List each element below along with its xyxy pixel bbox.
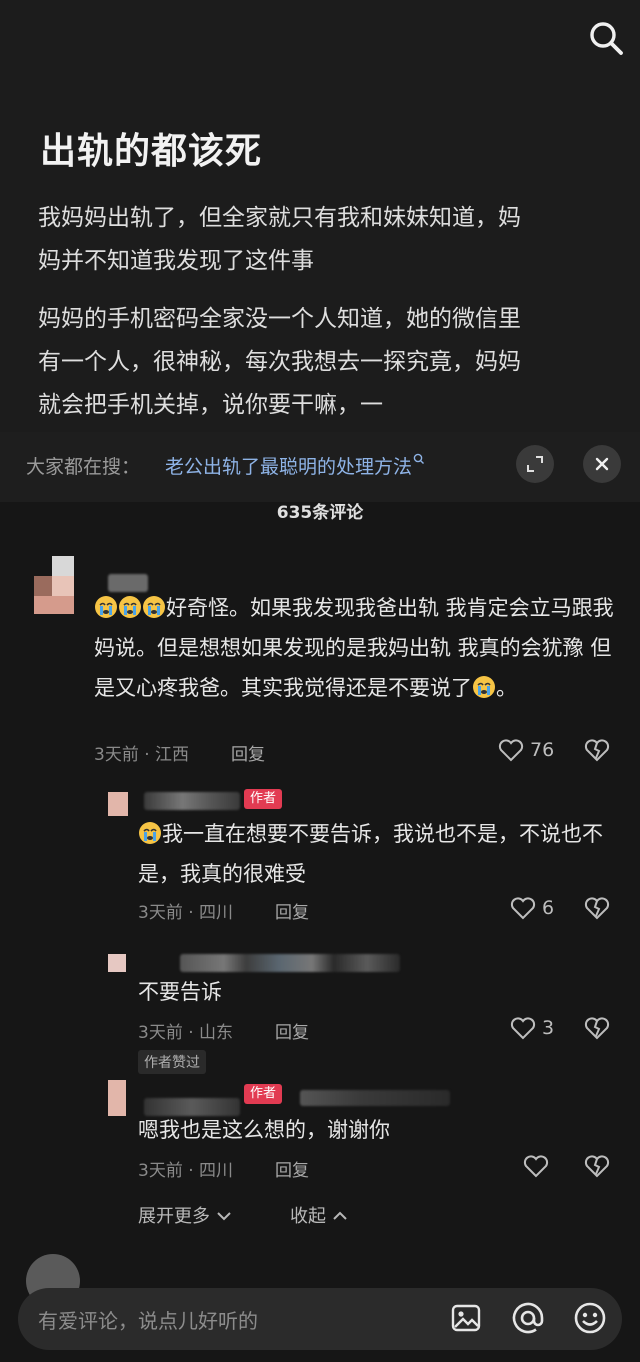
reply-text: 我一直在想要不要告诉，我说也不是，不说也不是，我真的很难受 — [138, 814, 614, 894]
heart-icon — [523, 1155, 549, 1178]
small-search-icon — [413, 453, 425, 464]
dislike-button[interactable] — [584, 896, 610, 920]
comment-text: 好奇怪。如果我发现我爸出轨 我肯定会立马跟我妈说。但是想想如果发现的是我妈出轨 … — [94, 588, 616, 708]
expand-icon — [527, 456, 543, 472]
expand-more-button[interactable]: 展开更多 — [138, 1202, 232, 1228]
expand-more-label: 展开更多 — [138, 1206, 210, 1227]
avatar[interactable] — [108, 954, 126, 972]
crying-emoji-icon — [94, 596, 166, 620]
broken-heart-icon — [584, 739, 610, 762]
heart-icon — [510, 1017, 536, 1040]
chevron-down-icon — [217, 1212, 231, 1221]
like-button[interactable]: 76 — [498, 738, 554, 762]
broken-heart-icon — [584, 897, 610, 920]
heart-icon — [510, 897, 536, 920]
like-button[interactable]: 6 — [510, 896, 554, 920]
dislike-button[interactable] — [584, 1016, 610, 1040]
like-count: 6 — [542, 897, 555, 919]
heart-icon — [498, 739, 524, 762]
author-badge: 作者 — [244, 789, 283, 809]
reply-body: 我一直在想要不要告诉，我说也不是，不说也不是，我真的很难受 — [138, 822, 603, 886]
reply-text: 不要告诉 — [138, 980, 222, 1004]
collapse-label: 收起 — [290, 1206, 326, 1227]
search-icon[interactable] — [586, 18, 626, 58]
reply-button[interactable]: 回复 — [231, 740, 265, 765]
article-paragraph: 我妈妈出轨了，但全家就只有我和妹妹知道，妈妈并不知道我发现了这件事 — [38, 205, 521, 274]
dislike-button[interactable] — [584, 1154, 610, 1178]
chevron-up-icon — [333, 1211, 347, 1220]
avatar[interactable] — [34, 556, 92, 614]
reply-text: 嗯我也是这么想的，谢谢你 — [138, 1118, 390, 1142]
author-badge: 作者 — [244, 1084, 283, 1104]
suggestion-query[interactable]: 老公出轨了最聪明的处理方法 — [165, 456, 412, 478]
comment-body-end: 。 — [496, 676, 517, 700]
image-icon[interactable] — [451, 1303, 481, 1337]
comment-meta: 3天前 · 四川 — [138, 1161, 234, 1181]
emoji-icon[interactable] — [573, 1301, 607, 1339]
like-button[interactable] — [523, 1154, 549, 1178]
comment-input[interactable]: 有爱评论，说点儿好听的 — [38, 1305, 258, 1334]
comment-body: 好奇怪。如果我发现我爸出轨 我肯定会立马跟我妈说。但是想想如果发现的是我妈出轨 … — [94, 596, 614, 700]
comment-meta: 3天前 · 山东 — [138, 1023, 234, 1043]
author-liked-tag: 作者赞过 — [138, 1050, 206, 1074]
expand-button[interactable] — [516, 445, 554, 483]
like-count: 3 — [542, 1017, 555, 1039]
close-button[interactable] — [583, 445, 621, 483]
broken-heart-icon — [584, 1017, 610, 1040]
reply-button[interactable]: 回复 — [275, 1156, 309, 1181]
comment-meta: 3天前 · 四川 — [138, 903, 234, 923]
reply-button[interactable]: 回复 — [275, 1018, 309, 1043]
reply-button[interactable]: 回复 — [275, 898, 309, 923]
crying-emoji-icon — [472, 676, 496, 700]
avatar[interactable] — [108, 792, 128, 816]
article-paragraph: 妈妈的手机密码全家没一个人知道，她的微信里有一个人，很神秘，每次我想去一探究竟，… — [38, 306, 521, 418]
close-icon — [595, 457, 609, 471]
collapse-button[interactable]: 收起 — [290, 1202, 348, 1228]
username[interactable] — [180, 954, 400, 972]
article-title: 出轨的都该死 — [40, 131, 263, 172]
reply-target — [300, 1090, 450, 1106]
mention-icon[interactable] — [511, 1301, 545, 1339]
comment-count: 635条评论 — [276, 503, 364, 523]
crying-emoji-icon — [138, 822, 162, 846]
suggestion-prefix: 大家都在搜： — [26, 456, 141, 478]
avatar[interactable] — [108, 1080, 126, 1116]
comment-meta: 3天前 · 江西 — [94, 745, 190, 765]
broken-heart-icon — [584, 1155, 610, 1178]
username[interactable] — [144, 792, 240, 810]
dislike-button[interactable] — [584, 738, 610, 762]
like-button[interactable]: 3 — [510, 1016, 554, 1040]
like-count: 76 — [530, 739, 555, 761]
suggestion-link[interactable]: 老公出轨了最聪明的处理方法 — [165, 452, 425, 479]
